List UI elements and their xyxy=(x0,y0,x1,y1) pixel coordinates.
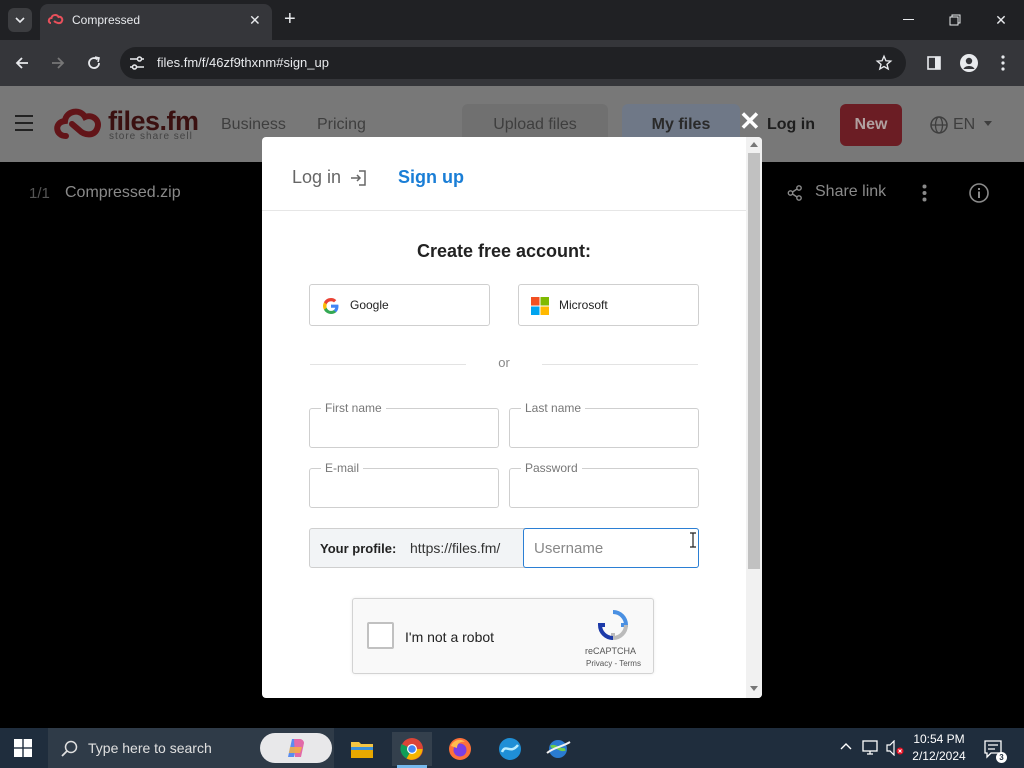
modal-close-icon[interactable]: ✕ xyxy=(739,108,761,134)
google-icon xyxy=(322,297,340,315)
network-icon[interactable] xyxy=(862,740,880,756)
app-wave-icon[interactable] xyxy=(490,732,530,766)
first-name-label: First name xyxy=(321,401,386,415)
copilot-button[interactable] xyxy=(260,733,332,763)
recaptcha-brand: reCAPTCHA xyxy=(585,646,637,656)
text-cursor-icon xyxy=(689,532,697,548)
recaptcha-links[interactable]: Privacy - Terms xyxy=(586,659,641,668)
clock-date[interactable]: 2/12/2024 xyxy=(903,749,975,763)
chrome-icon[interactable] xyxy=(392,732,432,766)
more-options-icon[interactable] xyxy=(922,184,927,202)
chevron-down-icon xyxy=(15,17,25,24)
recaptcha-widget: I'm not a robot reCAPTCHA Privacy - Term… xyxy=(352,598,654,674)
files-fm-logo-icon[interactable] xyxy=(52,106,104,142)
microsoft-signup-button[interactable]: Microsoft xyxy=(518,284,699,326)
profile-label: Your profile: xyxy=(320,541,397,556)
email-label: E-mail xyxy=(321,461,364,475)
recaptcha-checkbox[interactable] xyxy=(367,622,394,649)
login-arrow-icon[interactable] xyxy=(349,169,367,187)
windows-start-icon[interactable] xyxy=(14,739,32,757)
or-separator: or xyxy=(498,355,510,370)
reload-icon[interactable] xyxy=(81,50,107,76)
side-panel-icon[interactable] xyxy=(921,50,947,76)
nav-pricing[interactable]: Pricing xyxy=(317,116,366,134)
tab-title: Compressed xyxy=(72,13,141,27)
files-fm-favicon-icon xyxy=(47,11,65,29)
logo-tagline: store share sell xyxy=(109,131,193,142)
new-button[interactable]: New xyxy=(840,104,902,146)
tab-signup[interactable]: Sign up xyxy=(398,167,464,188)
taskbar-search-placeholder[interactable]: Type here to search xyxy=(88,740,212,756)
new-tab-icon[interactable]: + xyxy=(284,9,296,29)
file-explorer-icon[interactable] xyxy=(342,732,382,766)
header-login-link[interactable]: Log in xyxy=(767,116,815,134)
share-icon[interactable] xyxy=(787,185,803,201)
password-label: Password xyxy=(521,461,582,475)
browser-menu-icon[interactable] xyxy=(990,50,1016,76)
file-name: Compressed.zip xyxy=(65,184,181,201)
microsoft-icon xyxy=(531,297,549,315)
forward-icon[interactable] xyxy=(45,50,71,76)
language-selector[interactable]: EN xyxy=(953,116,975,134)
google-signup-button[interactable]: Google xyxy=(309,284,490,326)
google-label: Google xyxy=(350,298,389,312)
hamburger-menu-icon[interactable] xyxy=(14,114,34,132)
app-globe-icon[interactable] xyxy=(538,732,578,766)
file-counter: 1/1 xyxy=(29,185,50,202)
minimize-icon[interactable] xyxy=(897,8,921,32)
tab-login[interactable]: Log in xyxy=(292,167,341,188)
tab-search-button[interactable] xyxy=(8,8,32,32)
volume-muted-icon[interactable] xyxy=(886,740,904,756)
recaptcha-label: I'm not a robot xyxy=(405,629,495,645)
profile-icon[interactable] xyxy=(956,50,982,76)
username-input[interactable] xyxy=(523,528,699,568)
tray-chevron-up-icon[interactable] xyxy=(840,742,852,750)
site-settings-icon[interactable] xyxy=(128,54,146,72)
profile-url-prefix: https://files.fm/ xyxy=(410,540,501,556)
scroll-up-icon[interactable] xyxy=(750,142,758,147)
clock-time[interactable]: 10:54 PM xyxy=(903,732,975,746)
bookmark-star-icon[interactable] xyxy=(871,50,897,76)
search-icon xyxy=(61,740,78,757)
url-text[interactable]: files.fm/f/46zf9thxnm#sign_up xyxy=(157,55,329,70)
back-icon[interactable] xyxy=(9,50,35,76)
firefox-icon[interactable] xyxy=(440,732,480,766)
modal-heading: Create free account: xyxy=(416,241,592,261)
globe-icon[interactable] xyxy=(929,115,949,135)
nav-business[interactable]: Business xyxy=(221,116,286,134)
restore-icon[interactable] xyxy=(943,8,967,32)
recaptcha-logo-icon xyxy=(597,609,629,641)
caret-down-icon[interactable] xyxy=(984,121,992,126)
scroll-down-icon[interactable] xyxy=(750,686,758,691)
signup-modal: Log in Sign up Create free account: Goog… xyxy=(262,137,762,698)
last-name-label: Last name xyxy=(521,401,586,415)
notification-count-badge: 3 xyxy=(996,752,1007,763)
microsoft-label: Microsoft xyxy=(559,298,608,312)
info-icon[interactable] xyxy=(968,182,990,204)
share-link-button[interactable]: Share link xyxy=(815,183,886,201)
modal-scroll-thumb[interactable] xyxy=(748,153,760,569)
tab-close-icon[interactable]: ✕ xyxy=(249,12,261,29)
window-close-icon[interactable]: ✕ xyxy=(989,8,1013,32)
copilot-icon xyxy=(288,739,304,757)
